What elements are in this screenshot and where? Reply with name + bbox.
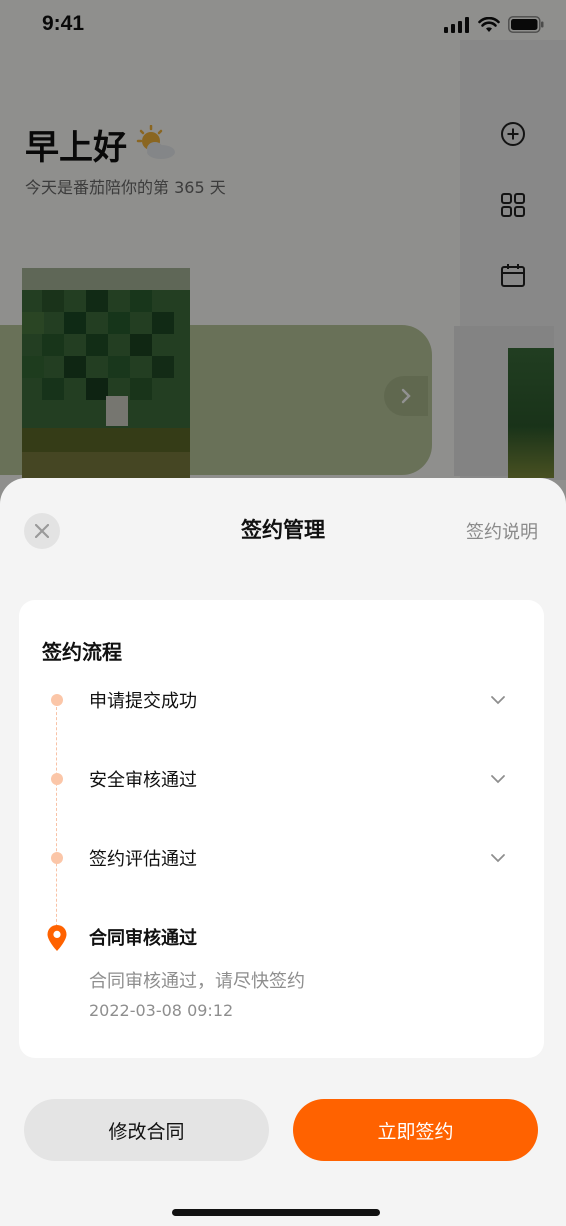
signing-instructions-link[interactable]: 签约说明 [466,518,538,544]
step-dot [51,773,63,785]
step-label: 申请提交成功 [89,691,197,712]
step-description: 合同审核通过，请尽快签约 [89,971,305,992]
step-submitted[interactable]: 申请提交成功 [19,681,544,721]
timeline-line [56,702,57,937]
step-label: 签约评估通过 [89,849,197,870]
chevron-down-icon[interactable] [488,769,508,789]
home-indicator [172,1209,380,1216]
step-timestamp: 2022-03-08 09:12 [89,1001,234,1020]
chevron-down-icon[interactable] [488,690,508,710]
chevron-down-icon[interactable] [488,848,508,868]
location-pin-icon [47,925,67,951]
step-contract-review: 合同审核通过 [19,918,544,958]
edit-contract-button[interactable]: 修改合同 [24,1099,269,1161]
sign-now-button[interactable]: 立即签约 [293,1099,538,1161]
signing-flow-card: 签约流程 申请提交成功 安全审核通过 签约评估通过 合同审核通过 合同审核通过，… [19,600,544,1058]
step-label: 安全审核通过 [89,770,197,791]
step-dot [51,852,63,864]
contract-management-sheet: 签约管理 签约说明 签约流程 申请提交成功 安全审核通过 签约评估通过 合同审核… [0,478,566,1226]
flow-heading: 签约流程 [42,640,122,664]
step-dot [51,694,63,706]
step-label: 合同审核通过 [89,928,197,949]
step-security-review[interactable]: 安全审核通过 [19,760,544,800]
step-assessment[interactable]: 签约评估通过 [19,839,544,879]
